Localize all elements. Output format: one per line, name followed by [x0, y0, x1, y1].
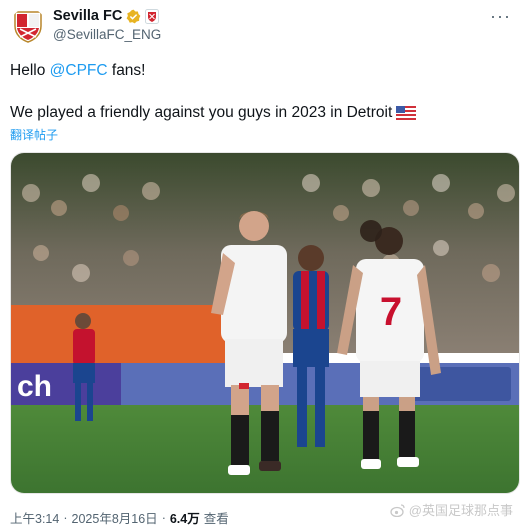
view-count: 6.4万 [169, 512, 200, 526]
player-sevilla-behind [360, 220, 382, 242]
post-text-prefix: Hello [10, 62, 50, 79]
post-time[interactable]: 上午3:14 [10, 508, 59, 527]
ad-board-text: ch [17, 370, 52, 403]
post-text-line2: We played a friendly against you guys in… [10, 103, 417, 123]
sevilla-crest-icon [14, 11, 42, 43]
separator: · [161, 510, 166, 525]
avatar[interactable] [10, 8, 46, 44]
separator: · [63, 510, 68, 525]
views-label: 查看 [203, 512, 229, 526]
mention-link[interactable]: @CPFC [50, 62, 108, 79]
watermark: @英国足球那点事 [390, 500, 513, 519]
verified-badge-icon [126, 9, 141, 23]
account-name-row: Sevilla FC [53, 8, 160, 24]
translate-post-link[interactable]: 翻译帖子 [10, 126, 58, 143]
display-name[interactable]: Sevilla FC [53, 8, 122, 24]
post-text-detroit: We played a friendly against you guys in… [10, 104, 393, 121]
account-handle[interactable]: @SevillaFC_ENG [53, 27, 161, 42]
post-text-line1: Hello @CPFC fans! [10, 61, 146, 81]
jersey-number: 7 [380, 290, 402, 334]
weibo-icon [390, 503, 405, 517]
more-options-icon[interactable]: ··· [490, 6, 511, 27]
us-flag-icon [396, 106, 417, 120]
post-date[interactable]: 2025年8月16日 [72, 508, 158, 527]
watermark-text: @英国足球那点事 [408, 503, 513, 518]
football-match-photo: ch 7 [11, 153, 519, 493]
affiliate-badge-icon[interactable] [145, 8, 160, 24]
post-meta: 上午3:14 · 2025年8月16日 · 6.4万 查看 [10, 508, 229, 527]
post-photo[interactable]: ch 7 [10, 152, 520, 494]
post-text-suffix: fans! [107, 62, 146, 79]
